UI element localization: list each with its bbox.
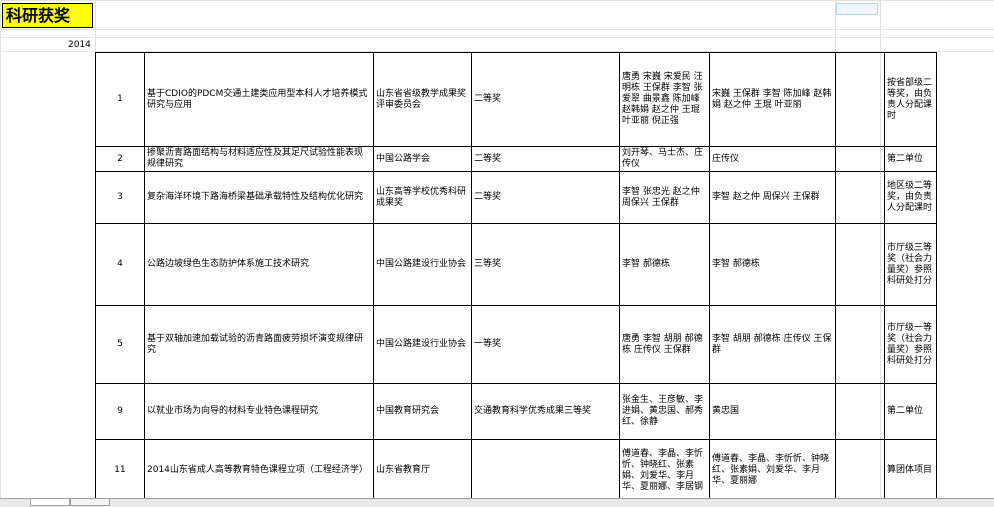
row-number-cell[interactable]: 1 (95, 52, 145, 147)
table-row: 11 2014山东省成人高等教育特色课程立项（工程经济学） 山东省教育厅 傅道春、李晶… (95, 439, 937, 502)
sheet-tab[interactable] (70, 499, 110, 506)
selected-cell[interactable] (836, 3, 878, 15)
row-divider (0, 29, 994, 30)
award-level-cell[interactable]: 一等奖 (471, 305, 620, 384)
sheet-tab[interactable] (30, 499, 70, 506)
award-level-cell[interactable]: 二等奖 (471, 52, 620, 147)
issuer-cell[interactable]: 中国公路建设行业协会 (373, 223, 472, 306)
issuer-cell[interactable]: 山东高等学校优秀科研成果奖 (373, 171, 472, 224)
note-cell[interactable]: 市厅级一等奖（社会力量奖）参照科研处打分 (884, 305, 937, 384)
row-number-cell[interactable]: 2 (95, 146, 145, 172)
note-cell[interactable]: 算团体项目 (884, 439, 937, 502)
school-members-cell[interactable]: 李智 郝德栋 (709, 223, 836, 306)
empty-cell[interactable] (835, 439, 885, 502)
project-name-cell[interactable]: 以就业市场为向导的材料专业特色课程研究 (144, 383, 374, 440)
issuer-cell[interactable]: 山东省省级教学成果奖评审委员会 (373, 52, 472, 147)
school-members-cell[interactable]: 黄忠国 (709, 383, 836, 440)
project-name-cell[interactable]: 公路边坡绿色生态防护体系施工技术研究 (144, 223, 374, 306)
table-row: 3 复杂海洋环境下路海桥梁基础承载特性及结构优化研究 山东高等学校优秀科研成果奖 二等… (95, 171, 937, 224)
participants-cell[interactable]: 李智 张忠光 赵之仲 周保兴 王保群 (619, 171, 710, 224)
school-members-cell[interactable]: 李智 胡朋 郝德栋 庄传仪 王保群 (709, 305, 836, 384)
awards-table: 1 基于CDIO的PDCM交通土建类应用型本科人才培养模式研究与应用 山东省省级教学… (95, 52, 937, 502)
note-cell[interactable]: 地区级二等奖，由负责人分配课时 (884, 171, 937, 224)
row-number-cell[interactable]: 4 (95, 223, 145, 306)
note-cell[interactable]: 第二单位 (884, 146, 937, 172)
project-name-cell[interactable]: 基于CDIO的PDCM交通土建类应用型本科人才培养模式研究与应用 (144, 52, 374, 147)
award-level-cell[interactable]: 二等奖 (471, 146, 620, 172)
school-members-cell[interactable]: 李智 赵之仲 周保兴 王保群 (709, 171, 836, 224)
row-number-cell[interactable]: 9 (95, 383, 145, 440)
note-cell[interactable]: 第二单位 (884, 383, 937, 440)
row-number-cell[interactable]: 5 (95, 305, 145, 384)
project-name-cell[interactable]: 基于双轴加速加载试验的沥青路面疲劳损坏演变规律研究 (144, 305, 374, 384)
school-members-cell[interactable]: 宋巍 王保群 李智 陈加峰 赵韩娟 赵之仲 王琨 叶亚丽 (709, 52, 836, 147)
note-cell[interactable]: 市厅级三等奖（社会力量奖）参照科研处打分 (884, 223, 937, 306)
award-level-cell[interactable]: 二等奖 (471, 171, 620, 224)
note-cell[interactable]: 按省部级二等奖，由负责人分配课时 (884, 52, 937, 147)
award-level-cell[interactable]: 三等奖 (471, 223, 620, 306)
participants-cell[interactable]: 傅道春、李晶、李忻忻、钟晓红、张素娟、刘爱华、李月华、夏丽娜、李居钢 (619, 439, 710, 502)
project-name-cell[interactable]: 2014山东省成人高等教育特色课程立项（工程经济学） (144, 439, 374, 502)
participants-cell[interactable]: 唐勇 宋巍 宋爱民 汪明栋 王保群 李智 张爱翠 曲景鑫 陈加峰 赵韩娟 赵之仲… (619, 52, 710, 147)
school-members-cell[interactable]: 庄传仪 (709, 146, 836, 172)
year-cell[interactable]: 2014 (68, 40, 93, 50)
row-number-cell[interactable]: 3 (95, 171, 145, 224)
table-row: 9 以就业市场为向导的材料专业特色课程研究 中国教育研究会 交通教育科学优秀成果三等奖… (95, 383, 937, 440)
row-divider (0, 37, 994, 38)
issuer-cell[interactable]: 中国教育研究会 (373, 383, 472, 440)
table-row: 2 掺聚沥青路面结构与材料适应性及其足尺试验性能表现规律研究 中国公路学会 二等奖 刘开… (95, 146, 937, 172)
participants-cell[interactable]: 刘开琴、马士杰、庄传仪 (619, 146, 710, 172)
empty-cell[interactable] (835, 223, 885, 306)
empty-cell[interactable] (835, 171, 885, 224)
issuer-cell[interactable]: 中国公路学会 (373, 146, 472, 172)
table-row: 4 公路边坡绿色生态防护体系施工技术研究 中国公路建设行业协会 三等奖 李智 郝德栋 李智… (95, 223, 937, 306)
award-level-cell[interactable]: 交通教育科学优秀成果三等奖 (471, 383, 620, 440)
award-level-cell[interactable] (471, 439, 620, 502)
table-row: 1 基于CDIO的PDCM交通土建类应用型本科人才培养模式研究与应用 山东省省级教学… (95, 52, 937, 147)
row-number-cell[interactable]: 11 (95, 439, 145, 502)
empty-cell[interactable] (835, 146, 885, 172)
participants-cell[interactable]: 唐勇 李智 胡朋 郝德栋 庄传仪 王保群 (619, 305, 710, 384)
empty-cell[interactable] (835, 52, 885, 147)
sheet-title[interactable]: 科研获奖 (2, 3, 93, 28)
school-members-cell[interactable]: 傅道春、李晶、李忻忻、钟晓红、张素娟、刘爱华、李月华、夏丽娜 (709, 439, 836, 502)
participants-cell[interactable]: 张金生、王彦敏、李进娟、黄忠国、郝秀红、徐静 (619, 383, 710, 440)
issuer-cell[interactable]: 中国公路建设行业协会 (373, 305, 472, 384)
empty-cell[interactable] (835, 383, 885, 440)
empty-cell[interactable] (835, 305, 885, 384)
participants-cell[interactable]: 李智 郝德栋 (619, 223, 710, 306)
table-row: 5 基于双轴加速加载试验的沥青路面疲劳损坏演变规律研究 中国公路建设行业协会 一等奖唐… (95, 305, 937, 384)
issuer-cell[interactable]: 山东省教育厅 (373, 439, 472, 502)
project-name-cell[interactable]: 复杂海洋环境下路海桥梁基础承载特性及结构优化研究 (144, 171, 374, 224)
project-name-cell[interactable]: 掺聚沥青路面结构与材料适应性及其足尺试验性能表现规律研究 (144, 146, 374, 172)
